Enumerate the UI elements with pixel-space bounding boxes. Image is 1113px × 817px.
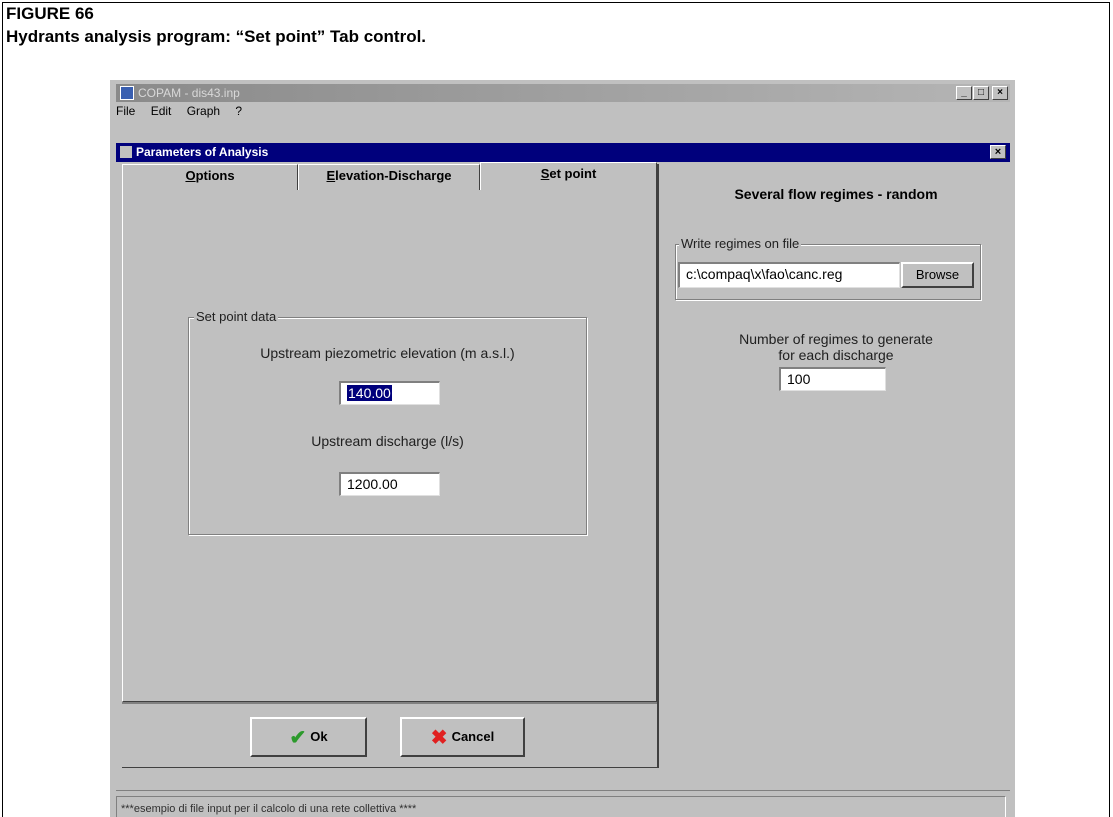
tab-options[interactable]: Options (122, 164, 298, 190)
dialog-close-button[interactable]: × (990, 145, 1006, 159)
regimes-label-line2: for each discharge (778, 347, 894, 363)
button-panel (122, 702, 657, 768)
file-path-input[interactable]: c:\compaq\x\fao\canc.reg (678, 262, 900, 288)
discharge-label: Upstream discharge (l/s) (311, 433, 464, 449)
discharge-input[interactable]: 1200.00 (339, 472, 440, 496)
dialog-title-bar: Parameters of Analysis × (116, 143, 1010, 162)
dialog-icon (120, 146, 132, 158)
app-title: COPAM - dis43.inp (138, 86, 240, 100)
tab-set-point[interactable]: Set point (480, 162, 657, 190)
panel-divider (657, 164, 659, 768)
maximize-button[interactable]: □ (973, 86, 989, 100)
figure-caption: Hydrants analysis program: “Set point” T… (6, 27, 427, 46)
tab-elevation-discharge[interactable]: Elevation-Discharge (298, 164, 480, 190)
regimes-count-input[interactable]: 100 (779, 367, 886, 391)
elevation-input[interactable]: 140.00 (339, 381, 440, 405)
write-regimes-label: Write regimes on file (679, 236, 802, 251)
menu-edit[interactable]: Edit (151, 104, 172, 118)
check-icon: ✔ (289, 726, 307, 749)
cancel-label: Cancel (451, 729, 495, 744)
close-button[interactable]: × (992, 86, 1008, 100)
ok-label: Ok (310, 729, 328, 744)
dialog-title: Parameters of Analysis (136, 145, 269, 159)
menu-help[interactable]: ? (235, 104, 242, 118)
status-text: ***esempio di file input per il calcolo … (116, 796, 1006, 817)
status-bar: ***esempio di file input per il calcolo … (116, 790, 1010, 817)
app-icon (120, 86, 134, 100)
app-title-bar: COPAM - dis43.inp _ □ × (116, 84, 1010, 102)
minimize-button[interactable]: _ (956, 86, 972, 100)
cancel-x-icon: ✖ (430, 726, 448, 749)
browse-button[interactable]: Browse (901, 262, 974, 288)
figure-label: FIGURE 66 (6, 4, 94, 23)
menu-file[interactable]: File (116, 104, 135, 118)
app-window: COPAM - dis43.inp _ □ × File Edit Graph … (110, 80, 1015, 817)
regimes-label-line1: Number of regimes to generate (739, 331, 933, 347)
right-panel-title: Several flow regimes - random (734, 186, 938, 202)
menu-bar: File Edit Graph ? (116, 104, 254, 120)
elevation-label: Upstream piezometric elevation (m a.s.l.… (260, 345, 515, 361)
ok-button[interactable]: ✔ Ok (250, 717, 367, 757)
cancel-button[interactable]: ✖ Cancel (400, 717, 525, 757)
elevation-value: 140.00 (347, 385, 392, 401)
menu-graph[interactable]: Graph (187, 104, 220, 118)
set-point-group-label: Set point data (194, 309, 279, 324)
